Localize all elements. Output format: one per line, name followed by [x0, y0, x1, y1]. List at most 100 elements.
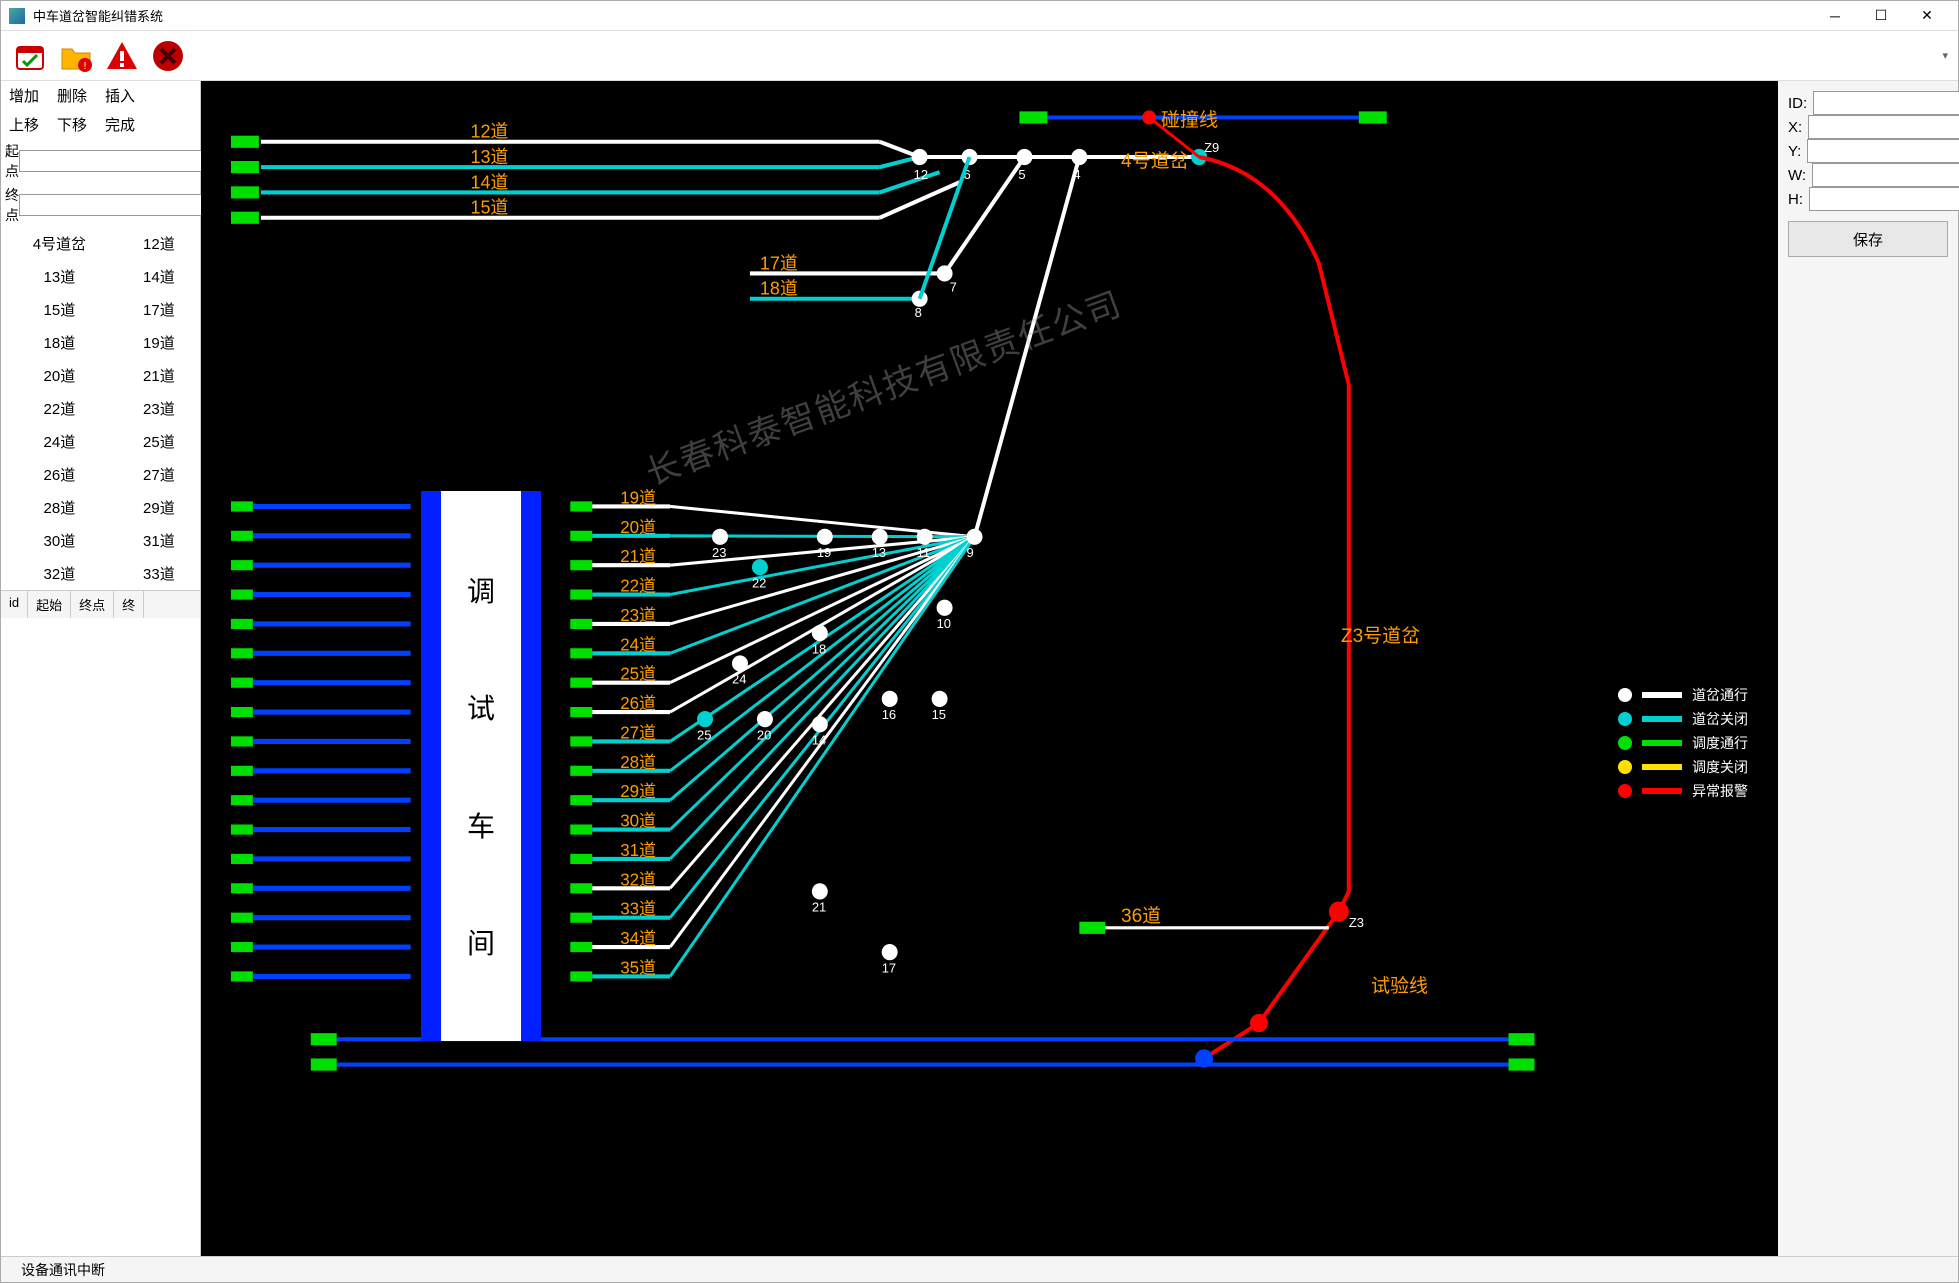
- track-diagram[interactable]: 12道13道14道15道12654Z917道18道78Z319道20道21道22…: [201, 81, 1778, 1256]
- depot-char: 间: [467, 922, 495, 962]
- input-id[interactable]: [1813, 91, 1959, 115]
- label-collision: 碰撞线: [1161, 105, 1218, 132]
- svg-text:9: 9: [967, 545, 974, 560]
- titlebar: 中车道岔智能纠错系统 ─ ☐ ✕: [1, 1, 1958, 31]
- switch-cell[interactable]: 14道: [118, 260, 200, 293]
- close-button[interactable]: ✕: [1904, 1, 1950, 31]
- app-icon: [9, 8, 25, 24]
- folder-alert-icon[interactable]: !: [57, 37, 95, 75]
- switch-cell[interactable]: 21道: [118, 359, 200, 392]
- label-w: W:: [1788, 167, 1806, 184]
- toolbar: ! ▾: [1, 31, 1958, 81]
- input-w[interactable]: [1812, 163, 1959, 187]
- switch-cell[interactable]: 4号道岔: [1, 227, 118, 260]
- switch-cell[interactable]: 30道: [1, 524, 118, 557]
- right-panel: ID:X:Y:W:H: 保存: [1778, 81, 1958, 1256]
- svg-text:20道: 20道: [620, 518, 656, 537]
- svg-text:14道: 14道: [470, 172, 508, 192]
- switch-cell[interactable]: 29道: [118, 491, 200, 524]
- switch-cell[interactable]: 28道: [1, 491, 118, 524]
- svg-text:16: 16: [882, 707, 896, 722]
- cmd-完成[interactable]: 完成: [105, 114, 135, 135]
- maximize-button[interactable]: ☐: [1858, 1, 1904, 31]
- label-sw4: 4号道岔: [1121, 146, 1189, 173]
- svg-text:15道: 15道: [470, 198, 508, 218]
- svg-text:25: 25: [697, 727, 711, 742]
- toolbar-chevron-icon[interactable]: ▾: [1942, 49, 1948, 62]
- switch-cell[interactable]: 15道: [1, 293, 118, 326]
- switch-cell[interactable]: 23道: [118, 392, 200, 425]
- depot-char: 调: [467, 570, 495, 610]
- switch-cell[interactable]: 17道: [118, 293, 200, 326]
- svg-text:14: 14: [812, 732, 826, 747]
- switch-cell[interactable]: 19道: [118, 326, 200, 359]
- switch-cell[interactable]: 25道: [118, 425, 200, 458]
- svg-text:23: 23: [712, 545, 726, 560]
- switch-cell[interactable]: 12道: [118, 227, 200, 260]
- legend-row: 调度关闭: [1618, 757, 1748, 777]
- start-label: 起点: [5, 141, 19, 181]
- input-h[interactable]: [1809, 187, 1959, 211]
- svg-text:Z3: Z3: [1349, 915, 1364, 930]
- svg-text:18道: 18道: [760, 279, 798, 299]
- svg-text:27道: 27道: [620, 723, 656, 742]
- label-h: H:: [1788, 191, 1803, 208]
- minimize-button[interactable]: ─: [1812, 1, 1858, 31]
- legend-row: 道岔关闭: [1618, 709, 1748, 729]
- switch-cell[interactable]: 31道: [118, 524, 200, 557]
- svg-text:22道: 22道: [620, 576, 656, 595]
- svg-text:13: 13: [872, 545, 886, 560]
- route-table: id起始终点终: [1, 590, 200, 618]
- save-button[interactable]: 保存: [1788, 221, 1948, 257]
- svg-text:10: 10: [937, 616, 951, 631]
- svg-text:35道: 35道: [620, 958, 656, 977]
- warning-icon[interactable]: [103, 37, 141, 75]
- svg-text:15: 15: [932, 707, 946, 722]
- switch-cell[interactable]: 24道: [1, 425, 118, 458]
- depot-char: 车: [467, 805, 495, 845]
- switch-cell[interactable]: 13道: [1, 260, 118, 293]
- end-input[interactable]: [19, 194, 206, 216]
- col-起始[interactable]: 起始: [28, 591, 71, 618]
- switch-cell[interactable]: 27道: [118, 458, 200, 491]
- svg-text:32道: 32道: [620, 870, 656, 889]
- cmd-增加[interactable]: 增加: [9, 85, 39, 106]
- switch-cell[interactable]: 18道: [1, 326, 118, 359]
- svg-text:19: 19: [817, 545, 831, 560]
- switch-list: 4号道岔12道13道14道15道17道18道19道20道21道22道23道24道…: [1, 227, 200, 590]
- switch-cell[interactable]: 33道: [118, 557, 200, 590]
- start-input[interactable]: [19, 150, 206, 172]
- svg-text:12道: 12道: [470, 122, 508, 142]
- svg-text:17道: 17道: [760, 253, 798, 273]
- col-终[interactable]: 终: [114, 591, 144, 618]
- svg-text:17: 17: [882, 960, 896, 975]
- switch-cell[interactable]: 22道: [1, 392, 118, 425]
- svg-text:13道: 13道: [470, 147, 508, 167]
- switch-cell[interactable]: 20道: [1, 359, 118, 392]
- svg-text:31道: 31道: [620, 841, 656, 860]
- col-终点[interactable]: 终点: [71, 591, 114, 618]
- input-y[interactable]: [1807, 139, 1959, 163]
- svg-text:11: 11: [917, 545, 930, 560]
- switch-cell[interactable]: 32道: [1, 557, 118, 590]
- svg-text:29道: 29道: [620, 782, 656, 801]
- cmd-插入[interactable]: 插入: [105, 85, 135, 106]
- svg-text:20: 20: [757, 727, 771, 742]
- svg-text:21: 21: [812, 900, 826, 915]
- close-red-icon[interactable]: [149, 37, 187, 75]
- input-x[interactable]: [1808, 115, 1959, 139]
- svg-text:8: 8: [915, 305, 922, 320]
- svg-text:22: 22: [752, 575, 766, 590]
- cmd-下移[interactable]: 下移: [57, 114, 87, 135]
- cmd-删除[interactable]: 删除: [57, 85, 87, 106]
- col-id[interactable]: id: [1, 591, 28, 618]
- cmd-上移[interactable]: 上移: [9, 114, 39, 135]
- switch-cell[interactable]: 26道: [1, 458, 118, 491]
- calendar-check-icon[interactable]: [11, 37, 49, 75]
- label-36: 36道: [1121, 901, 1161, 928]
- svg-text:24: 24: [732, 672, 746, 687]
- depot-box: 调试车间: [421, 491, 541, 1041]
- label-y: Y:: [1788, 143, 1801, 160]
- svg-text:34道: 34道: [620, 929, 656, 948]
- svg-text:24道: 24道: [620, 635, 656, 654]
